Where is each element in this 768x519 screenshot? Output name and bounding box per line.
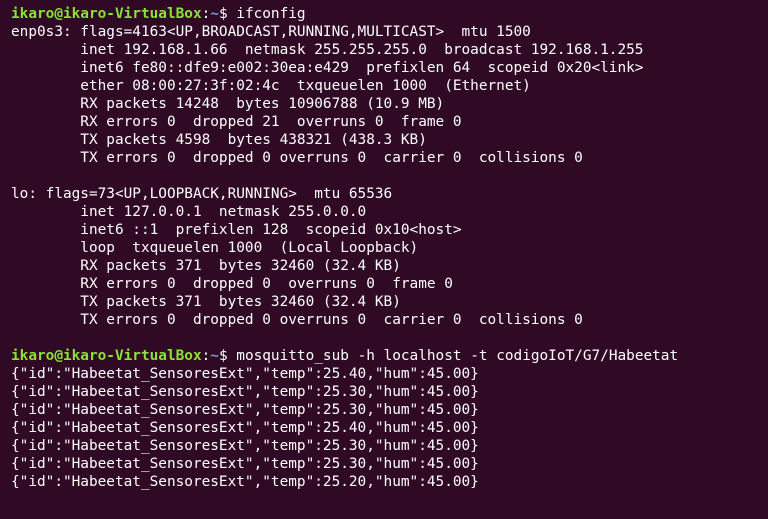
output-line: RX errors 0 dropped 0 overruns 0 frame 0 (11, 276, 453, 292)
output-line: RX errors 0 dropped 21 overruns 0 frame … (11, 114, 462, 130)
mqtt-message-line: {"id":"Habeetat_SensoresExt","temp":25.3… (11, 456, 479, 472)
prompt-symbol: $ (218, 348, 237, 364)
command-text: ifconfig (236, 6, 306, 22)
mqtt-message-line: {"id":"Habeetat_SensoresExt","temp":25.3… (11, 402, 479, 418)
prompt-line-mosquitto: ikaro@ikaro-VirtualBox:~$ mosquitto_sub … (11, 347, 768, 365)
command-text: mosquitto_sub -h localhost -t codigoIoT/… (236, 348, 679, 364)
output-line: RX packets 14248 bytes 10906788 (10.9 MB… (11, 96, 445, 112)
output-line: enp0s3: flags=4163<UP,BROADCAST,RUNNING,… (11, 24, 531, 40)
output-line: inet 192.168.1.66 netmask 255.255.255.0 … (11, 42, 644, 58)
output-line: lo: flags=73<UP,LOOPBACK,RUNNING> mtu 65… (11, 186, 393, 202)
mqtt-message-line: {"id":"Habeetat_SensoresExt","temp":25.2… (11, 474, 479, 490)
prompt-path: ~ (210, 6, 219, 22)
output-line: loop txqueuelen 1000 (Local Loopback) (11, 240, 419, 256)
output-line: RX packets 371 bytes 32460 (32.4 KB) (11, 258, 401, 274)
prompt-user-host: ikaro@ikaro-VirtualBox (11, 6, 202, 22)
prompt-symbol: $ (218, 6, 237, 22)
output-line: TX packets 371 bytes 32460 (32.4 KB) (11, 294, 401, 310)
output-line: inet 127.0.0.1 netmask 255.0.0.0 (11, 204, 367, 220)
output-line: inet6 ::1 prefixlen 128 scopeid 0x10<hos… (11, 222, 462, 238)
prompt-user-host: ikaro@ikaro-VirtualBox (11, 348, 202, 364)
mqtt-message-line: {"id":"Habeetat_SensoresExt","temp":25.4… (11, 366, 479, 382)
output-line: TX errors 0 dropped 0 overruns 0 carrier… (11, 312, 583, 328)
output-line: ether 08:00:27:3f:02:4c txqueuelen 1000 … (11, 78, 531, 94)
terminal-window[interactable]: ikaro@ikaro-VirtualBox:~$ ifconfig enp0s… (0, 0, 768, 519)
output-line: TX packets 4598 bytes 438321 (438.3 KB) (11, 132, 427, 148)
mqtt-message-line: {"id":"Habeetat_SensoresExt","temp":25.4… (11, 420, 479, 436)
output-line: inet6 fe80::dfe9:e002:30ea:e429 prefixle… (11, 60, 644, 76)
prompt-path: ~ (210, 348, 219, 364)
prompt-colon: : (201, 348, 211, 364)
output-line: TX errors 0 dropped 0 overruns 0 carrier… (11, 150, 583, 166)
mqtt-message-line: {"id":"Habeetat_SensoresExt","temp":25.3… (11, 438, 479, 454)
mqtt-message-line: {"id":"Habeetat_SensoresExt","temp":25.3… (11, 384, 479, 400)
prompt-colon: : (201, 6, 211, 22)
prompt-line-ifconfig: ikaro@ikaro-VirtualBox:~$ ifconfig (11, 5, 768, 23)
